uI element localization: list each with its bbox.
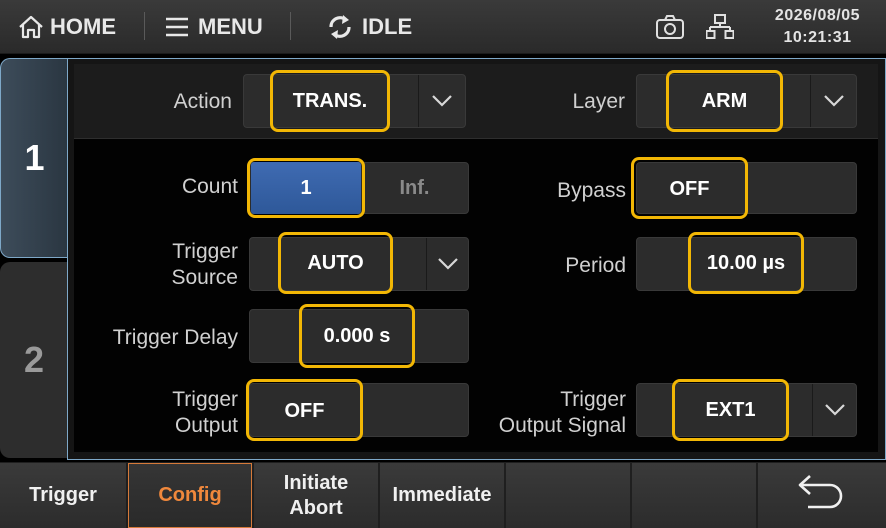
highlight-box: [247, 158, 365, 218]
datetime: 2026/08/05 10:21:31: [775, 5, 860, 49]
trigger-output-signal-label-line1: Trigger: [560, 388, 626, 411]
trigger-source-label-line2: Source: [171, 266, 238, 289]
status-indicator: IDLE: [326, 0, 412, 54]
time-text: 10:21:31: [783, 29, 852, 46]
highlight-box: [631, 157, 748, 219]
count-infinite-button[interactable]: Inf.: [362, 162, 467, 214]
top-bar: HOME MENU IDLE 2026/08/05 10:21:31: [0, 0, 886, 54]
back-button[interactable]: [758, 463, 886, 528]
softkey-empty-5[interactable]: [506, 463, 630, 528]
layer-label: Layer: [572, 90, 625, 113]
highlight-box: [688, 232, 804, 294]
action-label: Action: [173, 90, 232, 113]
menu-label: MENU: [198, 14, 263, 39]
chevron-down-icon[interactable]: [812, 384, 856, 436]
highlight-box: [278, 232, 393, 294]
highlight-box: [299, 304, 415, 368]
softkey-initiate-abort[interactable]: Initiate Abort: [254, 463, 378, 528]
trigger-source-label-line1: Trigger: [172, 240, 238, 263]
trigger-output-signal-label-line2: Output Signal: [498, 414, 626, 437]
count-label: Count: [181, 175, 238, 198]
softkey-label: Immediate: [392, 484, 492, 506]
menu-icon: [164, 16, 190, 38]
highlight-box: [672, 379, 789, 441]
highlight-box: [270, 70, 390, 132]
status-label: IDLE: [362, 14, 413, 39]
tab-label: 2: [23, 339, 45, 380]
chevron-down-icon[interactable]: [810, 75, 856, 127]
trigger-output-label-line1: Trigger: [172, 388, 238, 411]
bypass-label: Bypass: [557, 179, 626, 202]
divider: [290, 12, 291, 40]
tab-label: 1: [24, 137, 45, 178]
highlight-box: [246, 379, 363, 441]
softkey-immediate[interactable]: Immediate: [380, 463, 504, 528]
chevron-down-icon[interactable]: [426, 238, 468, 290]
camera-icon[interactable]: [655, 0, 685, 54]
date-text: 2026/08/05: [774, 7, 860, 24]
back-icon: [796, 472, 848, 519]
highlight-box: [666, 70, 783, 132]
chevron-down-icon[interactable]: [418, 75, 465, 127]
home-button[interactable]: HOME: [18, 0, 116, 54]
menu-button[interactable]: MENU: [164, 0, 263, 54]
softkey-config[interactable]: Config: [128, 463, 252, 528]
period-label: Period: [565, 254, 626, 277]
divider: [144, 12, 145, 40]
softkey-label: Trigger: [29, 484, 97, 506]
trigger-delay-label: Trigger Delay: [112, 326, 238, 349]
tab-channel-1[interactable]: 1: [0, 58, 68, 258]
softkey-label: Initiate: [283, 471, 349, 494]
refresh-icon: [326, 13, 354, 41]
softkey-label: Config: [158, 484, 222, 506]
network-icon[interactable]: [706, 0, 734, 54]
trigger-output-label-line2: Output: [174, 414, 238, 437]
tab-channel-2[interactable]: 2: [0, 262, 68, 458]
home-icon: [18, 15, 44, 39]
softkey-trigger[interactable]: Trigger: [0, 463, 126, 528]
home-label: HOME: [50, 14, 116, 39]
softkey-empty-6[interactable]: [632, 463, 756, 528]
softkey-label: Abort: [289, 496, 343, 519]
